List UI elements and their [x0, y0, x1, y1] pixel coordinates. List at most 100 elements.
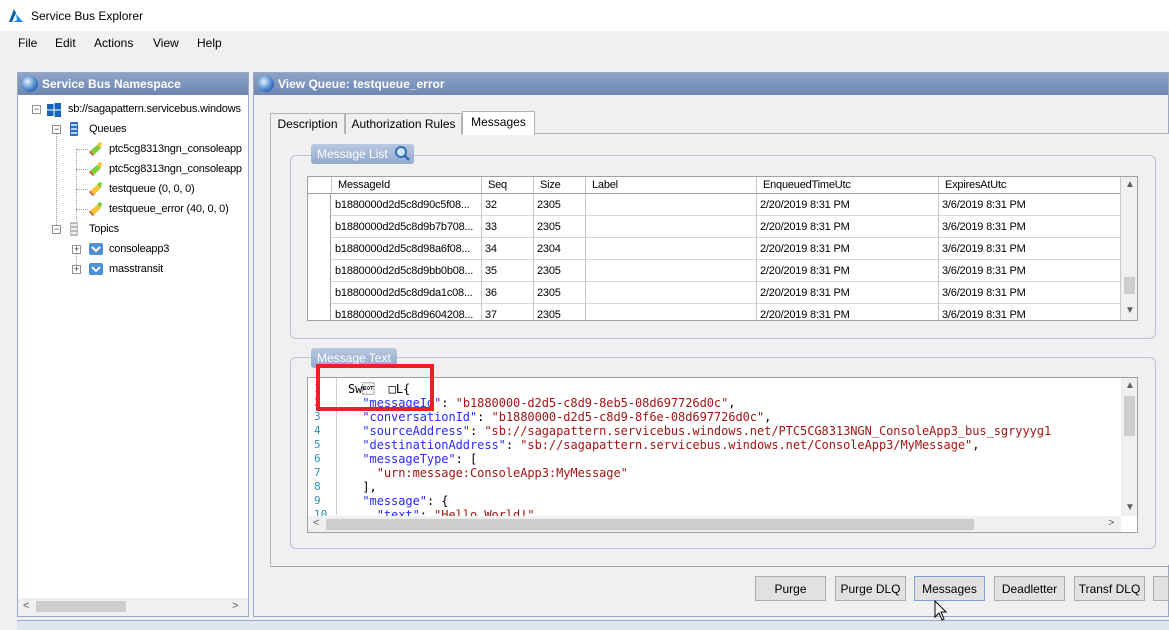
purge-button[interactable]: Purge: [755, 576, 826, 601]
window-title: Service Bus Explorer: [31, 9, 144, 23]
line-number: 3: [314, 410, 321, 423]
tree-queue-item[interactable]: ptc5cg8313ngn_consoleapp: [18, 141, 248, 159]
cell-label: [586, 238, 757, 260]
queue-icon: [89, 182, 102, 196]
row-header[interactable]: [308, 238, 331, 260]
row-header[interactable]: [308, 304, 331, 320]
row-header[interactable]: [308, 216, 331, 238]
column-header-size[interactable]: Size: [534, 177, 586, 194]
message-list-label-text: Message List: [317, 147, 388, 161]
column-header-seq[interactable]: Seq: [482, 177, 534, 194]
table-row[interactable]: b1880000d2d5c8d9da1c08... 36 2305 2/20/2…: [308, 282, 1121, 304]
scroll-left-icon[interactable]: <: [313, 517, 319, 529]
cell-messageid: b1880000d2d5c8d9604208...: [332, 304, 482, 320]
tab-description[interactable]: Description: [270, 113, 345, 134]
topic-icon: [89, 263, 103, 275]
editor-horizontal-scrollbar[interactable]: < >: [308, 516, 1121, 532]
tree-root-label: sb://sagapattern.servicebus.windows: [68, 103, 241, 115]
cell-seq: 34: [482, 238, 534, 260]
row-header[interactable]: [308, 260, 331, 282]
tree-topic-item[interactable]: + masstransit: [18, 261, 248, 279]
tree-topic-item[interactable]: + consoleapp3: [18, 241, 248, 259]
tree-root[interactable]: − sb://sagapattern.servicebus.windows: [18, 101, 248, 119]
deadletter-button[interactable]: Deadletter: [994, 576, 1065, 601]
purge-dlq-button[interactable]: Purge DLQ: [835, 576, 906, 601]
tree-queues-folder[interactable]: − Queues: [18, 121, 248, 139]
message-grid[interactable]: MessageId Seq Size Label EnqueuedTimeUtc…: [307, 176, 1138, 321]
scroll-thumb[interactable]: [1124, 396, 1135, 436]
code-text: "sourceAddress": "sb://sagapattern.servi…: [362, 424, 1052, 438]
tab-messages[interactable]: Messages: [462, 111, 535, 135]
scroll-up-icon[interactable]: ▲: [1125, 179, 1135, 190]
collapse-icon[interactable]: −: [52, 125, 61, 134]
menu-file[interactable]: File: [18, 36, 37, 50]
tree-queue-item-error[interactable]: testqueue_error (40, 0, 0): [18, 201, 248, 219]
line-number: 8: [314, 480, 321, 493]
tree-queue-item[interactable]: ptc5cg8313ngn_consoleapp: [18, 161, 248, 179]
cell-enqueued: 2/20/2019 8:31 PM: [757, 194, 939, 216]
scroll-down-icon[interactable]: ▼: [1125, 502, 1135, 513]
cell-seq: 32: [482, 194, 534, 216]
table-row[interactable]: b1880000d2d5c8d9604208... 37 2305 2/20/2…: [308, 304, 1121, 320]
cell-messageid: b1880000d2d5c8d98a6f08...: [332, 238, 482, 260]
scroll-thumb[interactable]: [326, 519, 974, 530]
tree-queue-label: testqueue (0, 0, 0): [109, 183, 195, 195]
windows-logo-icon: [47, 103, 61, 117]
line-number: 9: [314, 494, 321, 507]
magnifier-icon[interactable]: [394, 145, 411, 162]
scroll-down-icon[interactable]: ▼: [1125, 305, 1135, 316]
table-row[interactable]: b1880000d2d5c8d98a6f08... 34 2304 2/20/2…: [308, 238, 1121, 260]
namespace-tree[interactable]: − sb://sagapattern.servicebus.windows − …: [18, 95, 248, 598]
messages-button[interactable]: Messages: [914, 576, 985, 601]
column-header-messageid[interactable]: MessageId: [332, 177, 482, 194]
row-header[interactable]: [308, 282, 331, 304]
table-row[interactable]: b1880000d2d5c8d90c5f08... 32 2305 2/20/2…: [308, 194, 1121, 216]
tree-topics-folder[interactable]: − Topics: [18, 221, 248, 239]
overflow-button[interactable]: [1153, 576, 1169, 601]
code-text: "message": {: [362, 494, 449, 508]
column-header-expires[interactable]: ExpiresAtUtc: [939, 177, 1121, 194]
column-header-enqueued[interactable]: EnqueuedTimeUtc: [757, 177, 939, 194]
collapse-icon[interactable]: −: [32, 105, 41, 114]
code-text: "destinationAddress": "sb://sagapattern.…: [362, 438, 980, 452]
scroll-thumb[interactable]: [36, 601, 126, 612]
cell-expires: 3/6/2019 8:31 PM: [939, 282, 1121, 304]
code-text: "conversationId": "b1880000-d2d5-c8d9-8f…: [362, 410, 772, 424]
collapse-icon[interactable]: −: [52, 225, 61, 234]
expand-icon[interactable]: +: [72, 245, 81, 254]
tree-queue-label: testqueue_error (40, 0, 0): [109, 203, 229, 215]
column-header-label[interactable]: Label: [586, 177, 757, 194]
cell-messageid: b1880000d2d5c8d90c5f08...: [332, 194, 482, 216]
scroll-right-icon[interactable]: >: [1108, 517, 1114, 529]
tree-horizontal-scrollbar[interactable]: < >: [18, 598, 248, 616]
menu-view[interactable]: View: [153, 36, 179, 50]
row-header[interactable]: [308, 194, 331, 216]
scroll-right-icon[interactable]: >: [232, 600, 238, 612]
cell-label: [586, 260, 757, 282]
cell-expires: 3/6/2019 8:31 PM: [939, 260, 1121, 282]
tree-queue-label: ptc5cg8313ngn_consoleapp: [109, 143, 242, 155]
cell-label: [586, 194, 757, 216]
annotation-highlight-box: [316, 364, 434, 411]
expand-icon[interactable]: +: [72, 265, 81, 274]
cell-size: 2305: [534, 260, 586, 282]
cell-enqueued: 2/20/2019 8:31 PM: [757, 260, 939, 282]
tab-authorization-rules[interactable]: Authorization Rules: [345, 113, 462, 134]
tree-topics-label: Topics: [89, 223, 119, 235]
scroll-thumb[interactable]: [1124, 277, 1135, 294]
menu-bar: File Edit Actions View Help: [0, 31, 1169, 55]
scroll-up-icon[interactable]: ▲: [1125, 380, 1135, 391]
menu-help[interactable]: Help: [197, 36, 222, 50]
table-row[interactable]: b1880000d2d5c8d9bb0b08... 35 2305 2/20/2…: [308, 260, 1121, 282]
menu-edit[interactable]: Edit: [55, 36, 76, 50]
menu-actions[interactable]: Actions: [94, 36, 133, 50]
cell-size: 2305: [534, 194, 586, 216]
tree-topic-label: consoleapp3: [109, 243, 170, 255]
tree-queue-item[interactable]: testqueue (0, 0, 0): [18, 181, 248, 199]
transf-dlq-button[interactable]: Transf DLQ: [1074, 576, 1145, 601]
grid-vertical-scrollbar[interactable]: ▲ ▼: [1121, 177, 1137, 320]
table-row[interactable]: b1880000d2d5c8d9b7b708... 33 2305 2/20/2…: [308, 216, 1121, 238]
editor-vertical-scrollbar[interactable]: ▲ ▼: [1121, 378, 1137, 516]
title-bar: Service Bus Explorer: [0, 0, 1169, 31]
scroll-left-icon[interactable]: <: [23, 600, 29, 612]
